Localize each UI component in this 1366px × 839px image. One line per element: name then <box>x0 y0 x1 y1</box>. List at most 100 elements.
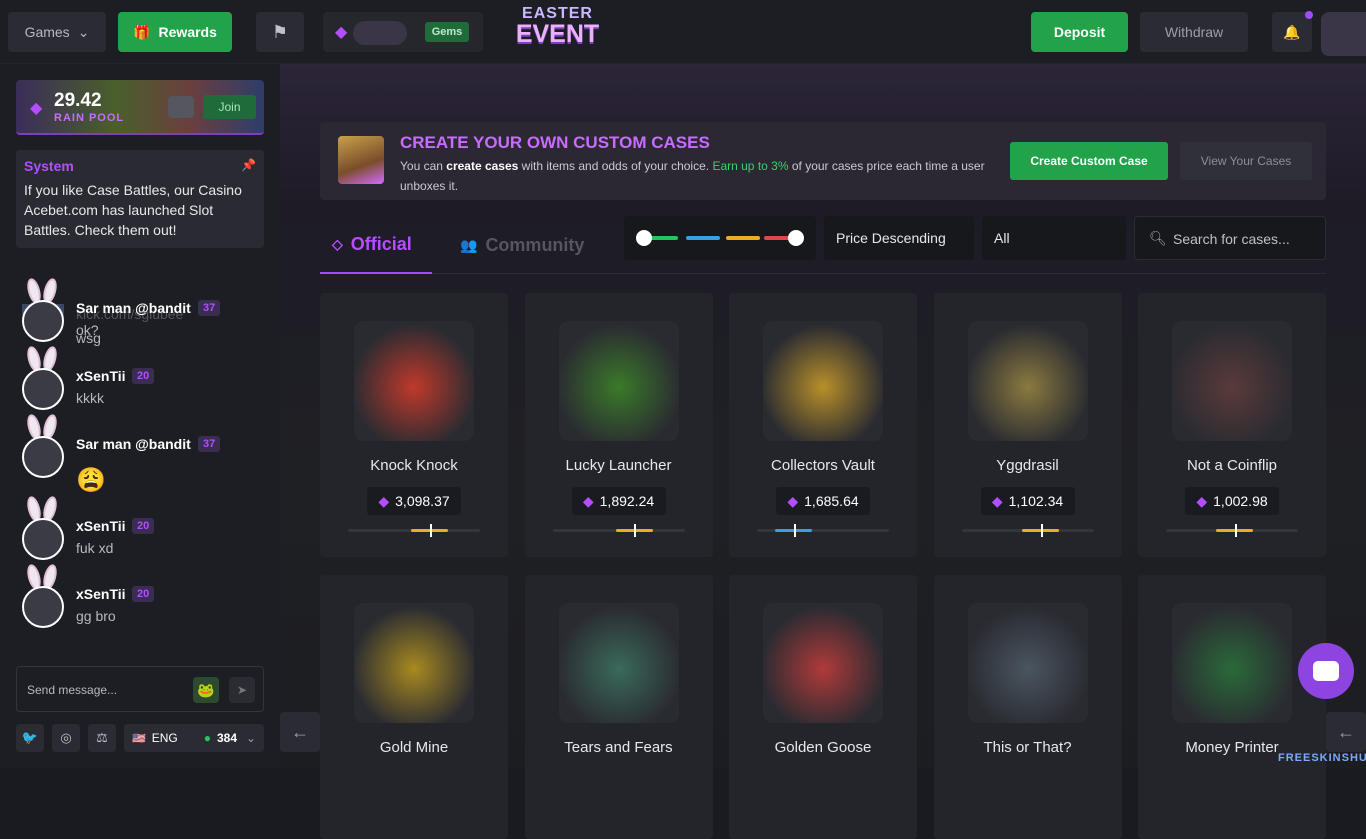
case-price-value: 1,002.98 <box>1213 493 1268 509</box>
case-card[interactable]: Not a Coinflip ◆ 1,002.98 <box>1138 293 1326 557</box>
rewards-button[interactable]: 🎁 Rewards <box>118 12 232 52</box>
chat-message: xSenTii 20 gg bro <box>22 562 272 636</box>
price-range-slider[interactable] <box>624 216 816 260</box>
avatar[interactable] <box>22 368 64 410</box>
risk-marker <box>1234 524 1237 537</box>
games-dropdown[interactable]: Games ⌄ <box>8 12 106 52</box>
chat-bubble-icon <box>1313 661 1339 681</box>
withdraw-button[interactable]: Withdraw <box>1140 12 1248 52</box>
case-image <box>558 603 679 723</box>
discord-button[interactable]: ◎ <box>52 724 80 752</box>
level-badge: 20 <box>132 518 155 534</box>
case-card[interactable]: Lucky Launcher ◆ 1,892.24 <box>524 293 713 557</box>
case-price: ◆ 3,098.37 <box>367 487 461 515</box>
expand-panel-button[interactable]: ← <box>1326 712 1366 752</box>
case-card[interactable]: Gold Mine <box>320 575 508 839</box>
case-price-value: 1,685.64 <box>804 493 859 509</box>
risk-marker <box>634 524 637 537</box>
gem-icon: ◆ <box>582 492 594 509</box>
banner-description: You can create cases with items and odds… <box>400 159 985 193</box>
gem-icon: ◆ <box>335 24 348 41</box>
view-your-cases-button[interactable]: View Your Cases <box>1180 142 1312 180</box>
discord-icon: ◎ <box>60 730 72 745</box>
case-name: Knock Knock <box>370 457 458 474</box>
category-select[interactable]: All <box>982 216 1126 260</box>
system-title: System <box>24 158 74 174</box>
range-max-handle[interactable] <box>788 230 804 246</box>
case-card[interactable]: Collectors Vault ◆ 1,685.64 <box>729 293 917 557</box>
case-card[interactable]: Tears and Fears <box>524 575 713 839</box>
tab-community[interactable]: 👥 Community <box>460 216 600 274</box>
bell-icon: 🔔 <box>1283 23 1301 40</box>
deposit-button[interactable]: Deposit <box>1031 12 1128 52</box>
chat-sidebar: ◆ 29.42 RAIN POOL Join System 📌 If you l… <box>0 64 280 768</box>
easter-event-logo[interactable]: EASTER EVENT <box>495 6 620 58</box>
case-card[interactable]: Knock Knock ◆ 3,098.37 <box>320 293 508 557</box>
language-selector[interactable]: 🇺🇸 ENG ● 384 ⌄ <box>124 724 264 752</box>
sort-select[interactable]: Price Descending <box>824 216 974 260</box>
case-name: Collectors Vault <box>771 457 875 474</box>
chat-emoji: 😩 <box>76 467 106 494</box>
avatar[interactable] <box>22 300 64 342</box>
case-name: Not a Coinflip <box>1186 457 1278 474</box>
flag-button[interactable]: ⚑ <box>256 12 304 52</box>
case-name: Yggdrasil <box>996 457 1059 474</box>
system-text: If you like Case Battles, our Casino Ace… <box>24 182 242 238</box>
rain-pool: ◆ 29.42 RAIN POOL Join <box>16 80 264 135</box>
chat-text: ok? <box>76 322 99 338</box>
avatar[interactable] <box>22 518 64 560</box>
chat-username[interactable]: Sar man @bandit <box>76 436 191 452</box>
case-card[interactable]: Yggdrasil ◆ 1,102.34 <box>933 293 1122 557</box>
case-image <box>354 603 474 723</box>
chest-icon <box>338 136 384 184</box>
flag-icon: ⚑ <box>271 21 289 42</box>
case-price-value: 3,098.37 <box>395 493 450 509</box>
gem-balance: ◆ Gems <box>323 12 483 52</box>
gem-icon: ◆ <box>991 492 1003 509</box>
chat-username[interactable]: Sar man @bandit <box>76 300 191 316</box>
search-icon: 🔍︎ <box>1149 230 1167 246</box>
case-card[interactable]: Money Printer <box>1138 575 1326 839</box>
emoji-button[interactable]: 🐸 <box>193 677 219 703</box>
chat-username[interactable]: xSenTii <box>76 586 126 602</box>
chat-message: xSenTii 20 kkkk <box>22 344 272 418</box>
rules-button[interactable]: ⚖ <box>88 724 116 752</box>
level-badge: 37 <box>198 300 221 316</box>
create-custom-case-button[interactable]: Create Custom Case <box>1010 142 1168 180</box>
games-label: Games <box>24 24 70 40</box>
twitter-icon: 🐦 <box>21 730 39 745</box>
case-risk-bar <box>1166 524 1298 537</box>
level-badge: 20 <box>132 586 155 602</box>
chat-username[interactable]: xSenTii <box>76 518 126 534</box>
search-input[interactable] <box>1173 229 1313 249</box>
system-message: System 📌 If you like Case Battles, our C… <box>16 150 264 248</box>
case-name: Lucky Launcher <box>565 457 672 474</box>
message-box: 🐸 ➤ <box>16 666 264 712</box>
watermark: FREESKINSHUB <box>1278 752 1366 764</box>
online-count: 384 <box>216 731 237 745</box>
rewards-label: Rewards <box>158 24 217 40</box>
avatar[interactable] <box>22 436 64 478</box>
message-input[interactable] <box>27 679 187 701</box>
us-flag-icon: 🇺🇸 <box>132 732 146 745</box>
avatar[interactable] <box>22 586 64 628</box>
rain-info-icon[interactable] <box>168 96 194 118</box>
range-min-handle[interactable] <box>636 230 652 246</box>
balance-value <box>353 21 407 45</box>
chat-username[interactable]: xSenTii <box>76 368 126 384</box>
send-button[interactable]: ➤ <box>229 677 255 703</box>
collapse-chat-button[interactable]: ← <box>280 712 320 752</box>
case-card[interactable]: Golden Goose <box>729 575 917 839</box>
twitter-button[interactable]: 🐦 <box>16 724 44 752</box>
case-card[interactable]: This or That? <box>933 575 1122 839</box>
case-price: ◆ 1,892.24 <box>571 487 666 515</box>
gem-icon: ◆ <box>787 492 799 509</box>
user-avatar[interactable] <box>1321 12 1366 56</box>
gift-icon: 🎁 <box>133 23 151 40</box>
gems-tag[interactable]: Gems <box>425 22 469 42</box>
join-rain-button[interactable]: Join <box>203 95 256 119</box>
risk-marker <box>1040 524 1043 537</box>
support-chat-button[interactable] <box>1298 643 1354 699</box>
gem-icon: ◆ <box>378 492 390 509</box>
tab-official[interactable]: ◇ Official <box>320 216 432 274</box>
